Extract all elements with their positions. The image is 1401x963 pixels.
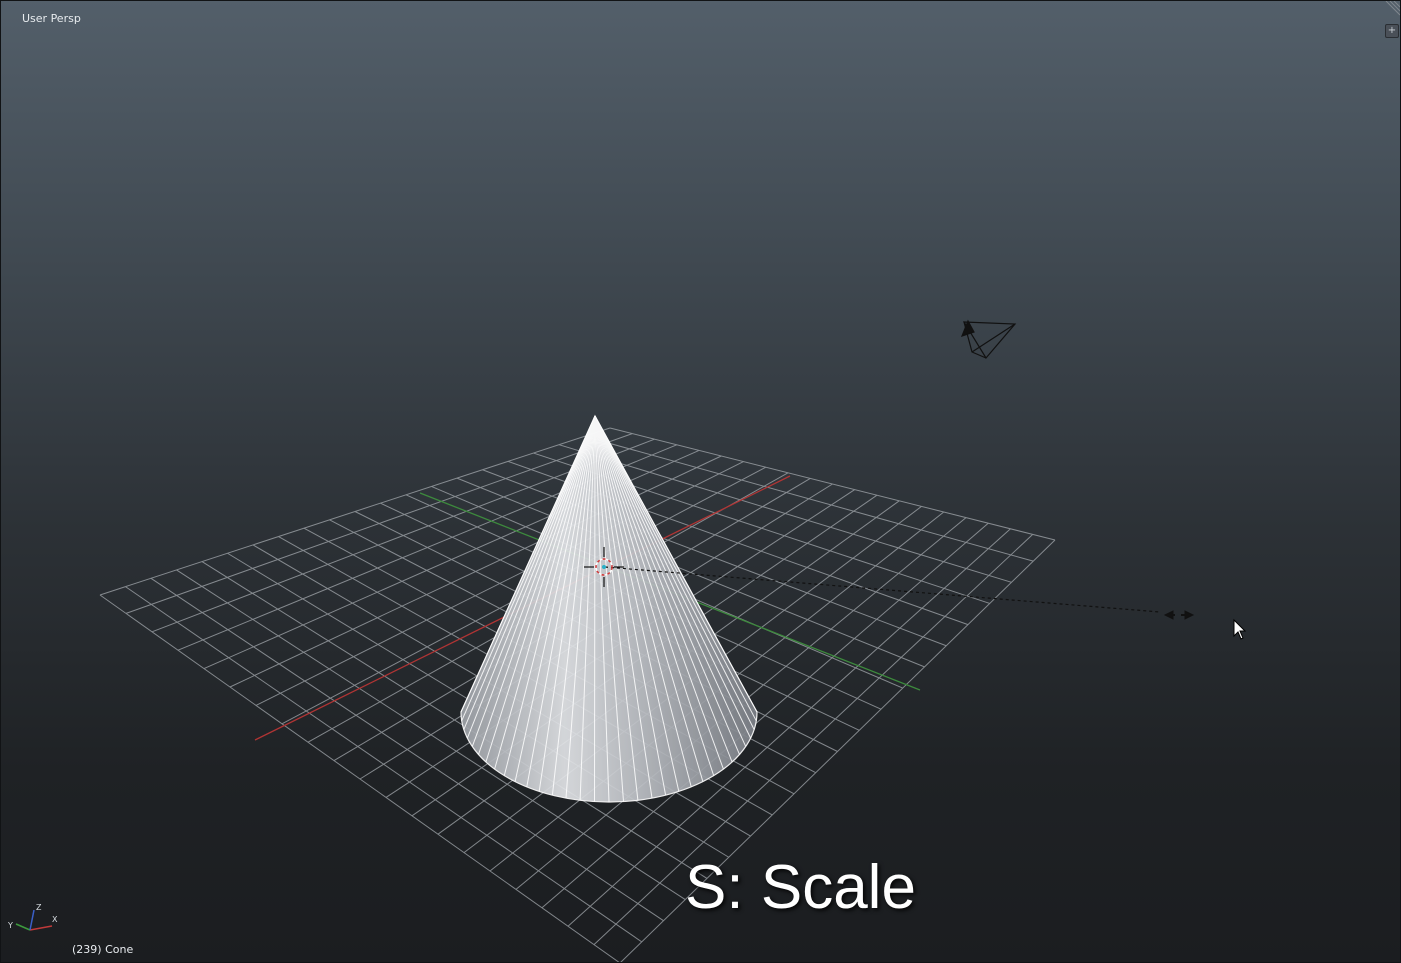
3d-viewport[interactable]: Y Z X User Persp (239) Cone S: Scale + [0,0,1401,963]
svg-text:Y: Y [7,921,13,930]
view-mode-label: User Persp [22,12,81,25]
svg-text:X: X [52,915,58,924]
object-info-label: (239) Cone [72,943,134,956]
scene-canvas[interactable]: Y Z X [0,0,1401,963]
mouse-pointer-icon [1233,618,1247,640]
cone-edge [594,415,596,802]
camera-icon[interactable] [960,319,1017,360]
scale-arrows-icon [1163,610,1195,620]
properties-toggle-button[interactable]: + [1385,24,1399,38]
axis-gizmo-icon: Y Z X [7,903,58,931]
svg-text:Z: Z [36,903,42,912]
area-split-corner-icon[interactable] [1385,0,1401,16]
grid-line [609,427,1056,541]
